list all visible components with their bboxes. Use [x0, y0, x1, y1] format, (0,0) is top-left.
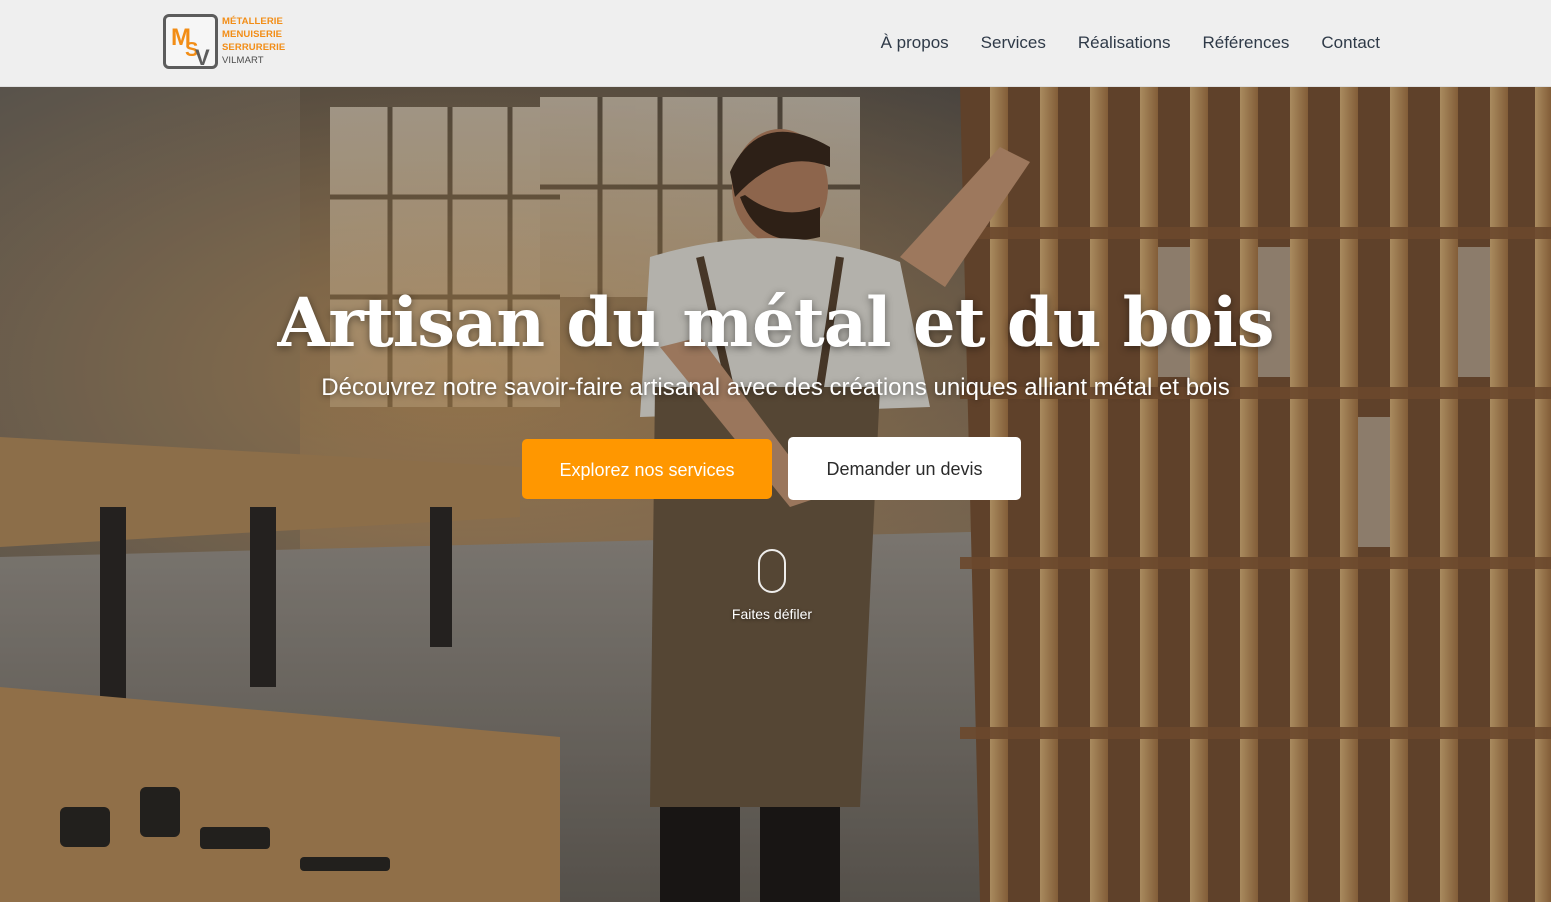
scroll-hint: Faites défiler	[731, 606, 813, 622]
site-header: M S V MÉTALLERIE MENUISERIE SERRURERIE V…	[0, 0, 1551, 87]
svg-text:V: V	[195, 45, 210, 67]
nav-link-a-propos[interactable]: À propos	[881, 31, 949, 55]
logo-link[interactable]: M S V MÉTALLERIE MENUISERIE SERRURERIE V…	[163, 13, 293, 71]
hero-title: Artisan du métal et du bois	[277, 283, 1275, 362]
main-nav: À propos Services Réalisations Référence…	[881, 31, 1380, 55]
nav-link-contact[interactable]: Contact	[1321, 31, 1380, 55]
explore-services-button[interactable]: Explorez nos services	[522, 439, 772, 499]
scroll-mouse-icon[interactable]	[758, 549, 786, 593]
nav-link-references[interactable]: Références	[1202, 31, 1289, 55]
logo-mark: M S V	[171, 24, 210, 67]
hero-section: Artisan du métal et du bois Découvrez no…	[0, 87, 1551, 902]
nav-link-services[interactable]: Services	[981, 31, 1046, 55]
nav-link-realisations[interactable]: Réalisations	[1078, 31, 1171, 55]
hero-overlay	[0, 87, 1551, 902]
hero-subtitle: Découvrez notre savoir-faire artisanal a…	[321, 374, 1230, 401]
logo-line-menuiserie: MENUISERIE	[222, 29, 283, 40]
request-quote-button[interactable]: Demander un devis	[788, 437, 1021, 500]
logo-line-metallerie: MÉTALLERIE	[222, 16, 283, 27]
logo-line-serrurerie: SERRURERIE	[222, 42, 286, 53]
page: M S V MÉTALLERIE MENUISERIE SERRURERIE V…	[0, 0, 1551, 902]
logo-monogram: M S V	[163, 14, 218, 69]
logo-wordmark: MÉTALLERIE MENUISERIE SERRURERIE VILMART	[222, 15, 285, 67]
logo-line-vilmart: VILMART	[222, 55, 264, 66]
